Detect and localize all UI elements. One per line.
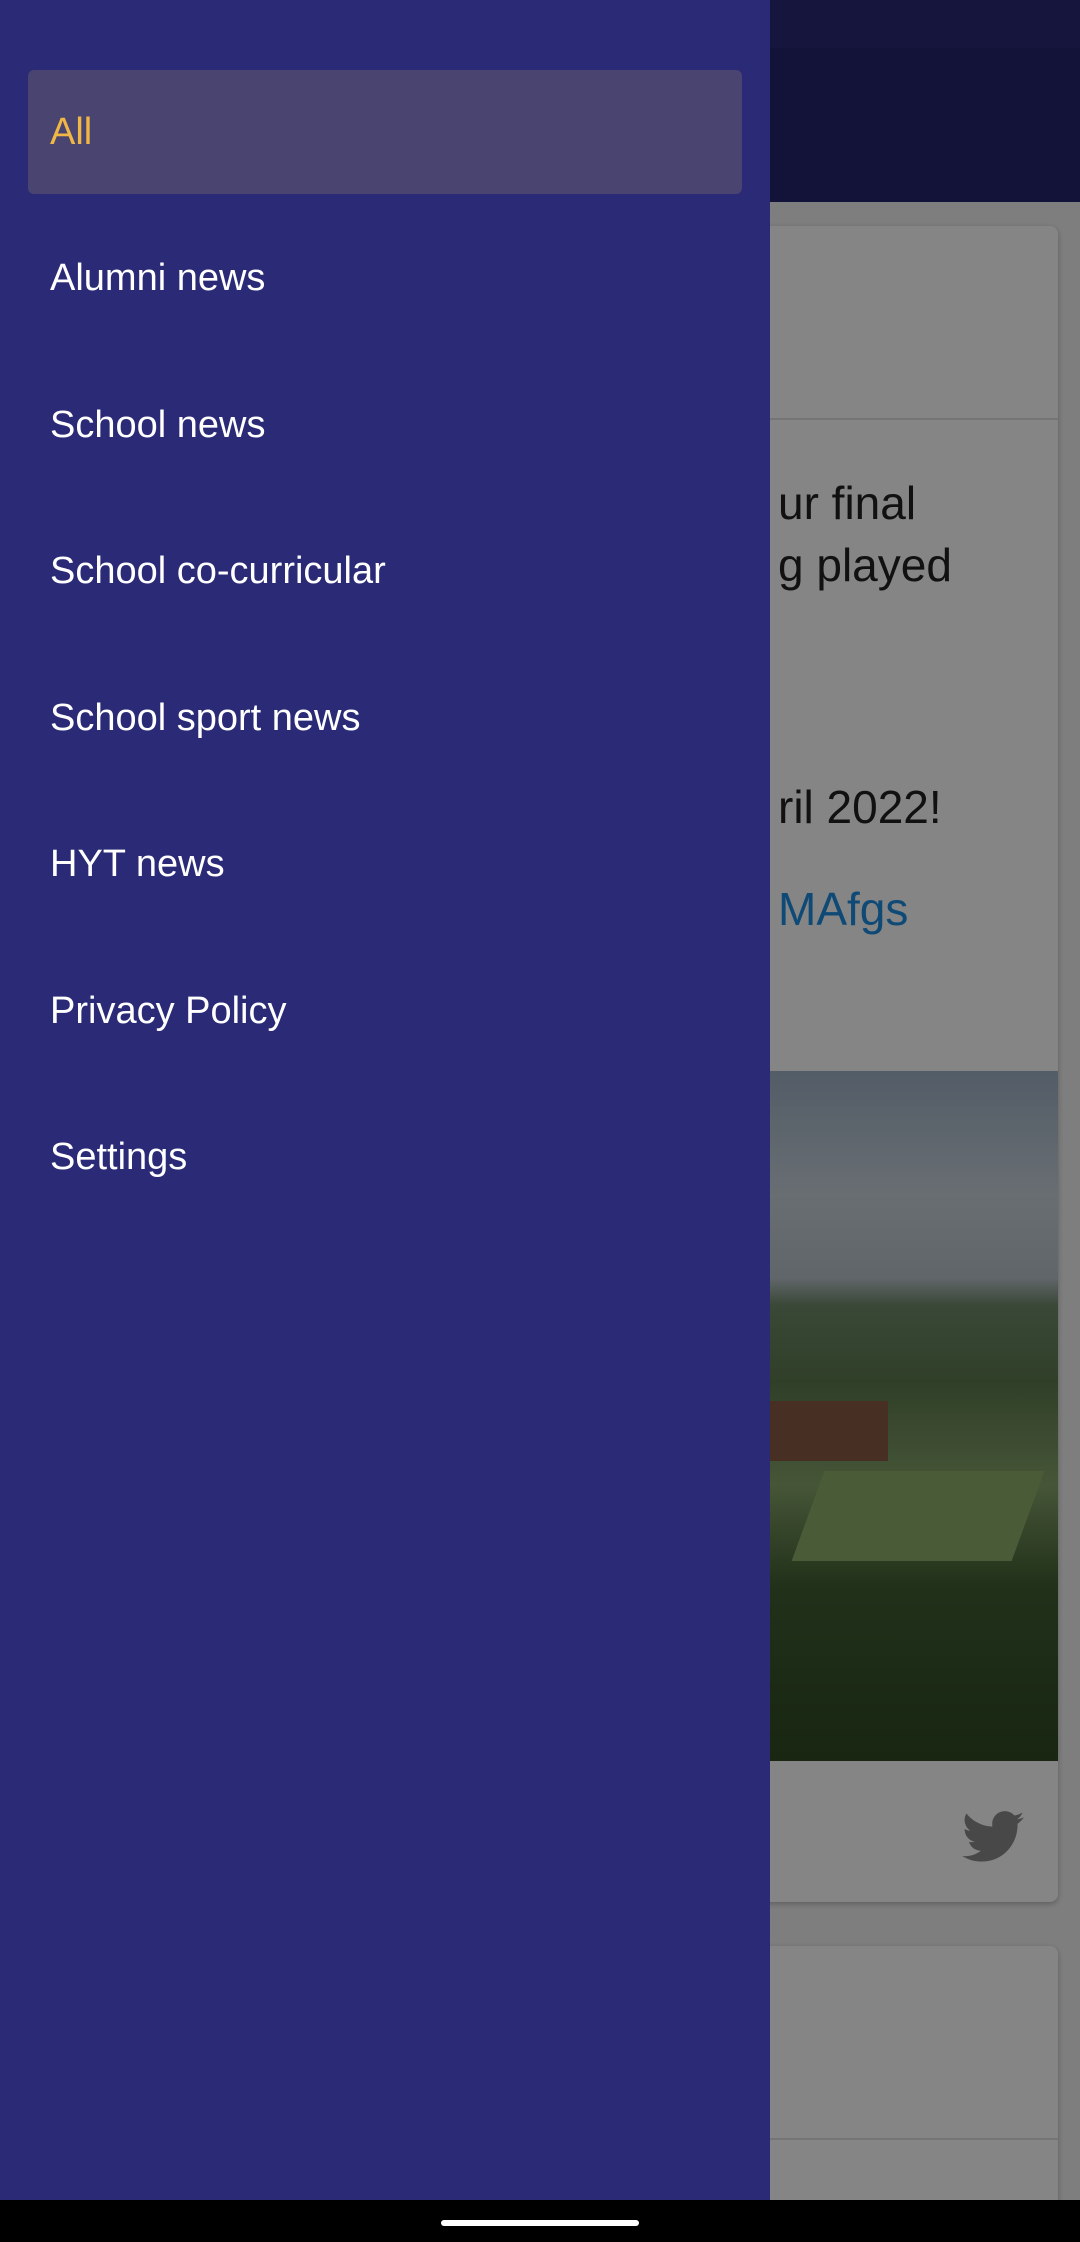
home-gesture-handle[interactable]: [441, 2220, 639, 2226]
drawer-item-settings[interactable]: Settings: [28, 1096, 742, 1220]
navigation-drawer: All Alumni news School news School co-cu…: [0, 0, 770, 2200]
drawer-item-school-sport-news[interactable]: School sport news: [28, 656, 742, 780]
drawer-menu: All Alumni news School news School co-cu…: [28, 70, 742, 1242]
drawer-item-alumni-news[interactable]: Alumni news: [28, 217, 742, 341]
drawer-item-school-news[interactable]: School news: [28, 363, 742, 487]
drawer-item-all[interactable]: All: [28, 70, 742, 194]
drawer-item-hyt-news[interactable]: HYT news: [28, 803, 742, 927]
drawer-item-privacy-policy[interactable]: Privacy Policy: [28, 949, 742, 1073]
drawer-item-school-co-curricular[interactable]: School co-curricular: [28, 510, 742, 634]
gesture-navigation-bar: [0, 2200, 1080, 2242]
